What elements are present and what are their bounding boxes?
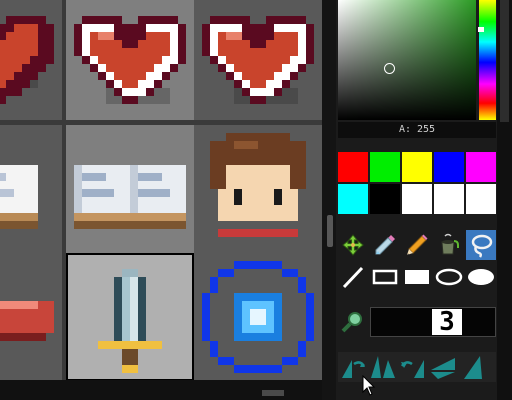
zoom-button[interactable] [338,307,368,337]
tile-scroll[interactable] [66,125,194,253]
brush-size-field[interactable] [463,309,495,335]
hue-slider-marker[interactable] [478,27,484,32]
bucket-icon [441,233,459,255]
tile-meat[interactable] [0,253,62,380]
rectangle-outline-tool-button[interactable] [370,262,400,292]
pencil-icon [407,234,428,255]
bucket-tool-button[interactable] [434,230,464,260]
ellipse-outline-tool-button[interactable] [434,262,464,292]
palette-swatch[interactable] [402,152,432,182]
ellipse-filled-icon [468,269,494,285]
palette-swatch[interactable] [466,184,496,214]
rectangle-filled-icon [405,270,429,284]
move-icon [342,234,364,256]
hue-slider[interactable] [479,0,496,120]
panel-splitter-handle[interactable] [327,215,333,247]
horizontal-scrollbar-thumb[interactable] [262,390,284,396]
rectangle-outline-icon [372,269,398,285]
palette-swatch[interactable] [338,152,368,182]
tile-character-face[interactable] [194,125,322,253]
palette-swatch[interactable] [466,152,496,182]
palette-swatch[interactable] [434,152,464,182]
tile-heart[interactable] [0,0,62,120]
magnifier-icon [341,312,362,333]
color-palette [338,152,498,216]
eyedropper-icon [375,235,395,255]
tile-heart[interactable] [66,0,194,120]
flip-horizontal-icon[interactable] [428,352,458,382]
line-icon [342,266,364,289]
tile-blue-gem[interactable] [194,253,322,380]
eyedropper-tool-button[interactable] [370,230,400,260]
palette-swatch[interactable] [370,184,400,214]
palette-swatch[interactable] [338,184,368,214]
lasso-icon [471,234,493,258]
rotate-right-icon[interactable] [398,352,428,382]
tile-scroll[interactable] [0,125,62,253]
tile-heart[interactable] [194,0,322,120]
lasso-tool-button[interactable] [466,230,496,260]
panel-splitter[interactable] [322,0,336,400]
color-picker-cursor[interactable] [384,63,395,74]
panel-scrollbar-thumb[interactable] [500,0,509,122]
saturation-value-picker[interactable] [338,0,476,120]
palette-swatch[interactable] [370,152,400,182]
palette-swatch[interactable] [402,184,432,214]
ellipse-outline-icon [435,268,463,286]
line-tool-button[interactable] [338,262,368,292]
rectangle-filled-tool-button[interactable] [402,262,432,292]
ellipse-filled-tool-button[interactable] [466,262,496,292]
palette-swatch[interactable] [434,184,464,214]
tile-sword[interactable] [66,253,194,380]
skew-icon[interactable] [458,352,488,382]
alpha-readout: A: 255 [338,122,496,138]
mouse-pointer-icon [362,375,376,396]
move-tool-button[interactable] [338,230,368,260]
brush-size-value[interactable]: 3 [432,309,462,335]
tileset-canvas[interactable] [0,0,322,380]
pencil-tool-button[interactable] [402,230,432,260]
